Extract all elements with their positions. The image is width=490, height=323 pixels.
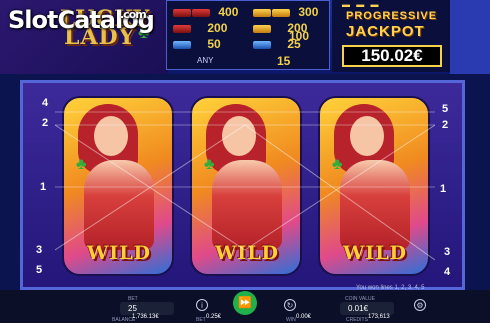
bar-symbol-icon (253, 40, 271, 49)
payline-number-left: 5 (36, 264, 43, 276)
payline-number-left: 2 (42, 117, 49, 129)
header-right-strip (450, 0, 490, 74)
bet-label: BET (196, 317, 206, 323)
payline-number-left: 4 (42, 97, 49, 109)
paylines-overlay (55, 111, 435, 261)
payline-3 (55, 124, 435, 261)
jackpot-slots-icon: ▬ ▬ ▬ (342, 0, 381, 9)
payline-number-right: 4 (444, 266, 451, 278)
paytable-row: 400 (173, 5, 238, 19)
coin-value: 0.01€ (348, 304, 369, 313)
paytable-row: 300 (253, 5, 318, 19)
bar-symbol-icon (253, 8, 271, 17)
payline-number-left: 1 (40, 181, 47, 193)
bet-value: 0.25€ (206, 314, 222, 320)
paytable-mid-value: 100 (289, 29, 310, 43)
credits-value: 173,613 (368, 314, 390, 320)
jackpot-title-line2: JACKPOT (346, 23, 425, 40)
autoplay-icon[interactable]: ↻ (284, 299, 296, 311)
win-value: 0.00€ (296, 314, 312, 320)
payline-number-left: 3 (36, 244, 43, 256)
spin-button[interactable]: ⏩ (233, 291, 257, 315)
payline-number-right: 5 (442, 103, 449, 115)
seven-symbol-icon (173, 40, 191, 49)
seven-symbol-icon (192, 8, 210, 17)
info-icon[interactable]: i (196, 299, 208, 311)
seven-symbol-icon (173, 24, 191, 33)
credits-label: CREDITS (346, 317, 368, 323)
bar-symbol-icon (253, 24, 271, 33)
paytable-any-label: ANY (197, 56, 214, 65)
payline-number-right: 3 (444, 246, 451, 258)
watermark: SlotCatalog .com (8, 6, 155, 34)
balance-value: 1,736.13€ (132, 314, 159, 320)
payline-number-right: 2 (442, 119, 449, 131)
jackpot-panel: ▬ ▬ ▬ PROGRESSIVE JACKPOT 150.02€ (332, 0, 450, 72)
paytable-row: 50 (173, 37, 221, 51)
win-label: WIN (286, 317, 296, 323)
payline-number-right: 1 (440, 183, 447, 195)
bar-symbol-icon (272, 8, 290, 17)
paytable-row: 200 (173, 21, 227, 35)
jackpot-value: 150.02€ (342, 45, 442, 67)
autoplay-arrows-icon: ⏩ (238, 297, 252, 309)
jackpot-title-line1: PROGRESSIVE (346, 10, 438, 22)
lines-value: 25 (128, 304, 137, 313)
paytable-any-value: 15 (277, 54, 291, 68)
seven-symbol-icon (173, 8, 191, 17)
settings-icon[interactable]: ⚙ (414, 299, 426, 311)
paytable: 400 300 200 200 50 25 100 ANY 15 (166, 0, 330, 70)
